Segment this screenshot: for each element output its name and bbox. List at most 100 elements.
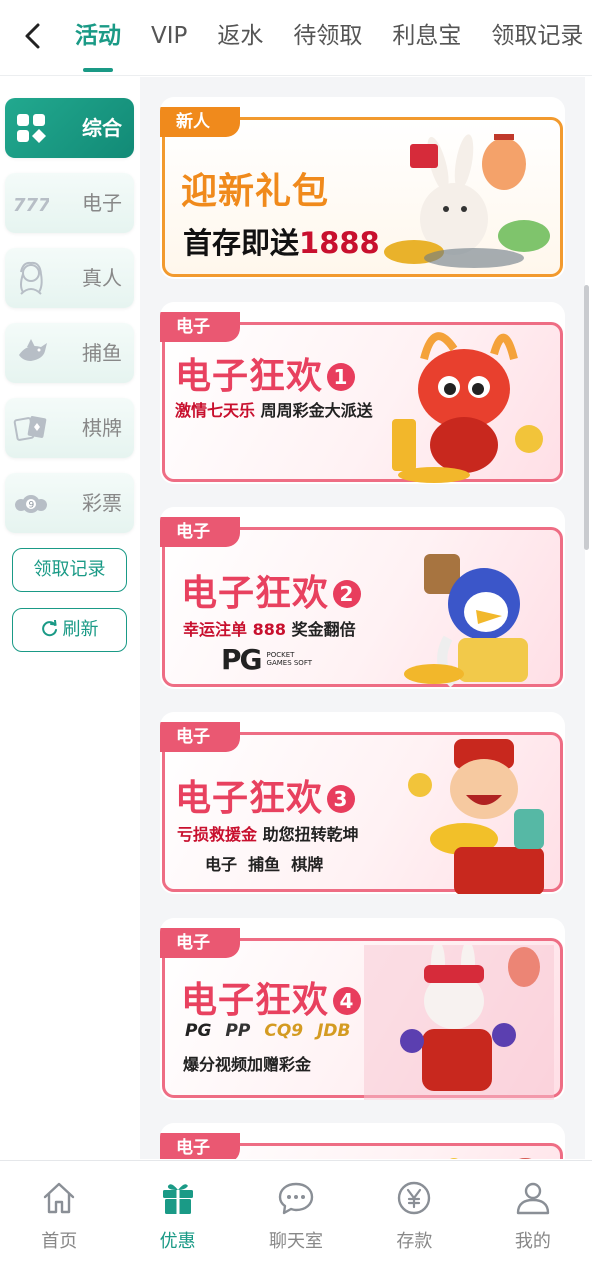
- king-penguin-illustration: [404, 554, 528, 688]
- promo-number: 3: [327, 785, 356, 813]
- promo-tag: 电子: [160, 312, 240, 342]
- promo-card-welcome[interactable]: 迎新礼包 首存即送1888 新人: [160, 97, 565, 279]
- claim-record-button[interactable]: 领取记录: [12, 548, 127, 592]
- promo-list: 迎新礼包 首存即送1888 新人 电子狂欢 1 激情七天乐 周周彩金大派送 电子…: [140, 77, 585, 1159]
- boxing-rabbit-illustration: [364, 945, 554, 1100]
- provider-logos: PG PP CQ9 JDB: [185, 1021, 351, 1041]
- category-label: 彩票: [82, 491, 122, 515]
- svg-text:777: 777: [13, 195, 49, 216]
- home-icon: [44, 1182, 75, 1214]
- lottery-ball-icon: 9: [15, 495, 47, 513]
- promo-subtitle-text: 助您扭转乾坤: [262, 825, 359, 844]
- promo-subtitle-text: 周周彩金大派送: [260, 401, 373, 420]
- nav-label: 优惠: [159, 1231, 196, 1252]
- category-all[interactable]: 综合: [5, 98, 134, 158]
- promo-tag: 新人: [160, 107, 240, 137]
- top-nav: 活动 VIP 返水 待领取 利息宝 领取记录: [0, 0, 592, 76]
- nav-label: 存款: [396, 1231, 433, 1252]
- promo-games-list: 电子 捕鱼 棋牌: [205, 855, 324, 874]
- refresh-label: 刷新: [62, 619, 99, 640]
- promo-number: 1: [327, 363, 356, 391]
- category-cards[interactable]: 棋牌: [5, 398, 134, 458]
- category-label: 棋牌: [82, 416, 122, 440]
- yen-coin-icon: [398, 1181, 431, 1215]
- nav-profile[interactable]: 我的: [474, 1161, 592, 1271]
- provider-logo-pg: PG: [185, 1021, 212, 1041]
- promo-number: 2: [333, 580, 362, 608]
- grid-icon: [17, 114, 46, 143]
- nav-label: 首页: [41, 1231, 78, 1252]
- tab-interest[interactable]: 利息宝: [377, 0, 476, 76]
- scrollbar[interactable]: [584, 285, 589, 550]
- category-fishing[interactable]: 捕鱼: [5, 323, 134, 383]
- promo-title: 电子狂欢 1: [175, 347, 356, 399]
- promo-subtitle: 亏损救援金 助您扭转乾坤: [177, 821, 359, 845]
- refresh-button[interactable]: 刷新: [12, 608, 127, 652]
- category-live[interactable]: 真人: [5, 248, 134, 308]
- promo-subtitle-highlight: 激情七天乐: [175, 401, 256, 420]
- provider-logo-cq9: CQ9: [264, 1021, 304, 1041]
- category-label: 真人: [82, 266, 122, 290]
- promo-title: 电子狂欢 4: [181, 971, 362, 1023]
- tab-activities[interactable]: 活动: [60, 0, 136, 76]
- promo-amount: 1888: [299, 226, 380, 260]
- nav-deposit[interactable]: 存款: [355, 1161, 473, 1271]
- category-label: 捕鱼: [82, 341, 122, 365]
- promo-number: 4: [333, 987, 362, 1015]
- category-lottery[interactable]: 9 彩票: [5, 473, 134, 533]
- category-label: 综合: [82, 116, 122, 140]
- tab-rebate[interactable]: 返水: [202, 0, 278, 76]
- promo-title: 电子狂欢 3: [175, 769, 356, 821]
- rabbit-lantern-illustration: [384, 134, 550, 268]
- provider-logo-jdb: JDB: [317, 1021, 351, 1041]
- dragon-illustration: [392, 332, 543, 483]
- promo-title: 电子狂欢 2: [181, 564, 362, 616]
- promo-title: 迎新礼包: [181, 171, 330, 212]
- nav-promotions[interactable]: 优惠: [118, 1161, 236, 1271]
- pg-logo-small-text: POCKET GAMES SOFT: [266, 651, 312, 667]
- promotions-page: 活动 VIP 返水 待领取 利息宝 领取记录 综合 777 电子 真人 捕鱼 棋…: [0, 0, 592, 1271]
- promo-title-text: 电子狂欢: [175, 778, 324, 819]
- promo-subtitle: 激情七天乐 周周彩金大派送: [175, 397, 373, 421]
- god-of-wealth-illustration: [408, 739, 544, 894]
- promo-title-text: 电子狂欢: [175, 356, 324, 397]
- promo-banner: 迎新礼包 首存即送1888: [162, 117, 563, 277]
- tab-claim-history[interactable]: 领取记录: [476, 0, 592, 76]
- tab-pending[interactable]: 待领取: [278, 0, 377, 76]
- fish-icon: [19, 339, 47, 361]
- promo-title-text: 电子狂欢: [181, 573, 330, 614]
- promo-banner: 电子狂欢 4 PG PP CQ9 JDB 爆分视频加赠彩金: [162, 938, 563, 1100]
- nav-chatroom[interactable]: 聊天室: [237, 1161, 355, 1271]
- user-icon: [516, 1182, 550, 1215]
- promo-tag: 电子: [160, 517, 240, 547]
- back-arrow-icon[interactable]: [18, 20, 50, 52]
- category-slots[interactable]: 777 电子: [5, 173, 134, 233]
- promo-tag: 电子: [160, 928, 240, 958]
- promo-card-slots-5[interactable]: 电子: [160, 1123, 565, 1159]
- promo-card-slots-3[interactable]: 电子狂欢 3 亏损救援金 助您扭转乾坤 电子 捕鱼 棋牌 电子: [160, 712, 565, 894]
- refresh-icon: [41, 620, 57, 637]
- live-dealer-icon: [20, 261, 43, 295]
- nav-label: 我的: [514, 1231, 551, 1252]
- promo-card-slots-2[interactable]: 电子狂欢 2 幸运注单 888 奖金翻倍 PG POCKET GAMES SOFT: [160, 507, 565, 689]
- promo-illustration: [450, 1158, 531, 1159]
- nav-home[interactable]: 首页: [0, 1161, 118, 1271]
- slots-777-icon: 777: [13, 195, 49, 216]
- cards-icon: [13, 416, 47, 441]
- promo-subtitle-highlight: 亏损救援金: [177, 825, 258, 844]
- promo-subtitle: 幸运注单 888 奖金翻倍: [183, 616, 356, 640]
- tab-vip[interactable]: VIP: [136, 0, 202, 76]
- bottom-nav: 首页 优惠 聊天室 存款 我的: [0, 1160, 592, 1271]
- category-sidebar: 综合 777 电子 真人 捕鱼 棋牌 9 彩票 领取记录 刷新: [0, 77, 140, 1159]
- promo-banner: 电子狂欢 3 亏损救援金 助您扭转乾坤 电子 捕鱼 棋牌: [162, 732, 563, 894]
- promo-card-slots-1[interactable]: 电子狂欢 1 激情七天乐 周周彩金大派送 电子: [160, 302, 565, 484]
- nav-label: 聊天室: [269, 1231, 324, 1252]
- category-label: 电子: [82, 191, 122, 215]
- svg-text:9: 9: [29, 501, 35, 511]
- promo-card-slots-4[interactable]: 电子狂欢 4 PG PP CQ9 JDB 爆分视频加赠彩金 电子: [160, 918, 565, 1100]
- promo-banner: 电子狂欢 2 幸运注单 888 奖金翻倍 PG POCKET GAMES SOFT: [162, 527, 563, 688]
- chat-icon: [278, 1182, 314, 1215]
- promo-subtitle-highlight: 幸运注单 888: [183, 620, 286, 639]
- promo-tag: 电子: [160, 1133, 240, 1159]
- gift-icon: [162, 1184, 193, 1214]
